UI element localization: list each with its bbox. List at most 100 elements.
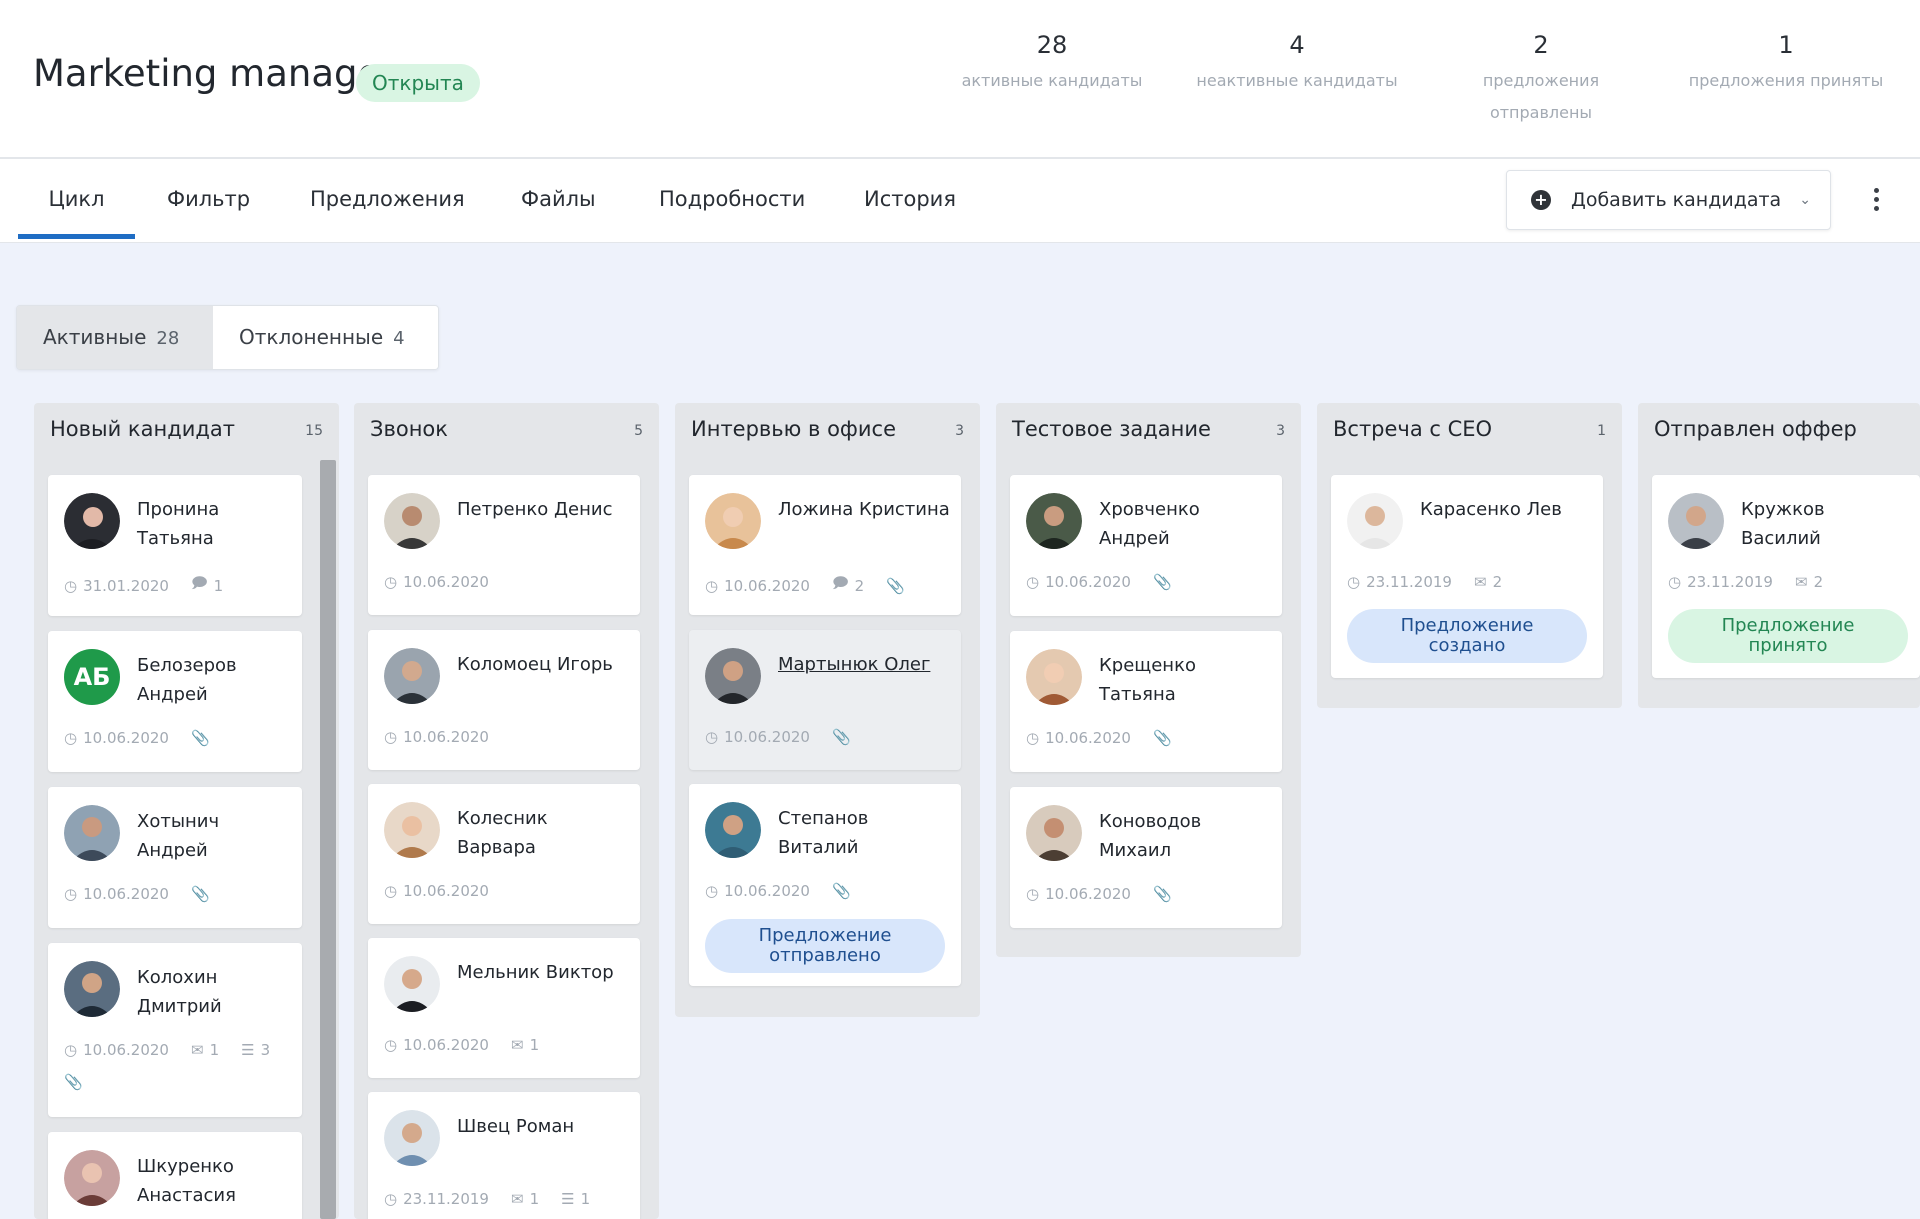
candidate-card[interactable]: Коломоец Игорь ◷ 10.06.2020: [368, 630, 640, 770]
avatar: [64, 961, 120, 1017]
tasks-icon: ☰: [561, 1190, 575, 1208]
column-count: 3: [1276, 423, 1285, 439]
column-count: 3: [955, 423, 964, 439]
add-candidate-label: Добавить кандидата: [1571, 189, 1782, 211]
tab-cycle[interactable]: Цикл: [18, 159, 135, 239]
paperclip-icon: 📎: [190, 885, 210, 903]
card-meta: ◷ 10.06.2020 ✉ 1 ☰ 3: [64, 1041, 270, 1059]
clock-icon: ◷: [705, 728, 719, 746]
card-meta: ◷ 10.06.2020: [384, 882, 489, 900]
candidate-card[interactable]: Хотынич Андрей ◷ 10.06.2020 📎: [48, 787, 302, 928]
avatar: [64, 493, 120, 549]
column-header: Новый кандидат 15: [34, 403, 339, 457]
avatar: [384, 648, 440, 704]
candidate-card[interactable]: Пронина Татьяна ◷ 31.01.2020 🗩 1: [48, 475, 302, 616]
card-date: 23.11.2019: [403, 1190, 489, 1208]
stat-label: неактивные кандидаты: [1196, 71, 1398, 90]
card-meta: ◷ 10.06.2020 📎: [1026, 729, 1172, 747]
paperclip-icon: 📎: [1152, 573, 1172, 591]
column-title: Отправлен оффер: [1654, 417, 1857, 441]
avatar: [1347, 493, 1403, 549]
candidate-card[interactable]: Швец Роман ◷ 23.11.2019 ✉ 1 ☰ 1: [368, 1092, 640, 1219]
avatar: [64, 805, 120, 861]
candidate-name: Пронина Татьяна: [137, 499, 220, 549]
card-meta: ◷ 10.06.2020 ✉ 1: [384, 1036, 539, 1054]
candidate-name: Кружков Василий: [1741, 499, 1825, 549]
email-count: 1: [529, 1190, 540, 1208]
candidate-card[interactable]: Шкуренко Анастасия: [48, 1132, 302, 1219]
paperclip-icon: 📎: [190, 729, 210, 747]
clock-icon: ◷: [384, 1190, 398, 1208]
candidate-card[interactable]: Петренко Денис ◷ 10.06.2020: [368, 475, 640, 615]
card-date: 10.06.2020: [1045, 573, 1131, 591]
tab-offers[interactable]: Предложения: [310, 159, 465, 239]
offer-status-badge: Предложение создано: [1347, 609, 1587, 663]
card-date: 10.06.2020: [403, 882, 489, 900]
card-meta: 📎: [64, 1073, 83, 1091]
card-meta: ◷ 10.06.2020 📎: [64, 729, 210, 747]
candidate-card[interactable]: Ложина Кристина ◷ 10.06.2020 🗩 2 📎: [689, 475, 961, 615]
active-candidates-toggle[interactable]: Активные 28: [17, 306, 213, 369]
candidate-card[interactable]: Кружков Василий ◷ 23.11.2019 ✉ 2 Предложен…: [1652, 475, 1920, 678]
paperclip-icon: 📎: [1152, 729, 1172, 747]
candidate-card[interactable]: АБ Белозеров Андрей ◷ 10.06.2020 📎: [48, 631, 302, 772]
stat-inactive-candidates: 4 неактивные кандидаты: [1177, 28, 1417, 98]
tab-details[interactable]: Подробности: [659, 159, 805, 239]
card-date: 10.06.2020: [724, 882, 810, 900]
avatar: [64, 1150, 120, 1206]
candidate-card[interactable]: Мартынюк Олег ◷ 10.06.2020 📎: [689, 630, 961, 770]
badge-text: принято: [1748, 635, 1828, 656]
email-count: 2: [1492, 573, 1503, 591]
card-date: 10.06.2020: [724, 576, 810, 595]
clock-icon: ◷: [384, 882, 398, 900]
rejected-candidates-toggle[interactable]: Отклоненные 4: [213, 306, 438, 369]
candidate-card[interactable]: Карасенко Лев ◷ 23.11.2019 ✉ 2 Предложение…: [1331, 475, 1603, 678]
candidate-filter-toggle: Активные 28 Отклоненные 4: [16, 305, 439, 370]
tab-history[interactable]: История: [864, 159, 956, 239]
card-date: 10.06.2020: [403, 1036, 489, 1054]
comment-icon: 🗩: [190, 574, 208, 592]
clock-icon: ◷: [384, 573, 398, 591]
comment-count: 1: [213, 576, 224, 595]
paperclip-icon: 📎: [831, 728, 851, 746]
card-meta: ◷ 31.01.2020 🗩 1: [64, 573, 223, 598]
card-date: 10.06.2020: [724, 728, 810, 746]
stat-value: 4: [1289, 31, 1305, 59]
stat-label: предложения приняты: [1688, 71, 1884, 90]
clock-icon: ◷: [64, 729, 78, 747]
tab-filter[interactable]: Фильтр: [167, 159, 250, 239]
candidate-name-link[interactable]: Мартынюк Олег: [778, 650, 951, 679]
column-scrollbar[interactable]: [320, 460, 336, 1219]
candidate-card[interactable]: Коноводов Михаил ◷ 10.06.2020 📎: [1010, 787, 1282, 928]
badge-text: создано: [1428, 635, 1506, 656]
tab-bar: Цикл Фильтр Предложения Файлы Подробност…: [0, 159, 1920, 243]
candidate-card[interactable]: Крещенко Татьяна ◷ 10.06.2020 📎: [1010, 631, 1282, 772]
column-count: 5: [634, 423, 643, 439]
comment-icon: 🗩: [831, 574, 849, 592]
stat-offers-accepted: 1 предложения приняты: [1666, 28, 1906, 98]
paperclip-icon: 📎: [886, 576, 905, 595]
candidate-name: Коноводов Михаил: [1099, 811, 1202, 861]
avatar: [705, 493, 761, 549]
column-call: Звонок 5 Петренко Денис ◷ 10.06.2020 Коло…: [354, 403, 659, 1219]
column-new-candidate: Новый кандидат 15 Пронина Татьяна ◷ 31.01…: [34, 403, 339, 1219]
clock-icon: ◷: [384, 1036, 398, 1054]
add-candidate-button[interactable]: + Добавить кандидата ⌄: [1506, 170, 1831, 230]
clock-icon: ◷: [705, 576, 719, 595]
toggle-label: Активные: [43, 325, 147, 349]
stat-label: активные кандидаты: [961, 71, 1143, 90]
status-badge: Открыта: [356, 64, 480, 102]
candidate-card[interactable]: Колохин Дмитрий ◷ 10.06.2020 ✉ 1 ☰ 3 📎: [48, 943, 302, 1117]
candidate-card[interactable]: Колесник Варвара ◷ 10.06.2020: [368, 784, 640, 924]
candidate-card[interactable]: Хровченко Андрей ◷ 10.06.2020 📎: [1010, 475, 1282, 616]
avatar: [1026, 493, 1082, 549]
tab-files[interactable]: Файлы: [521, 159, 596, 239]
column-title: Тестовое задание: [1012, 417, 1211, 441]
email-count: 1: [529, 1036, 540, 1054]
candidate-name: Колесник Варвара: [457, 808, 548, 858]
candidate-card[interactable]: Мельник Виктор ◷ 10.06.2020 ✉ 1: [368, 938, 640, 1078]
candidate-card[interactable]: Степанов Виталий ◷ 10.06.2020 📎 Предложен…: [689, 784, 961, 986]
more-vertical-icon[interactable]: [1864, 177, 1888, 221]
clock-icon: ◷: [1026, 885, 1040, 903]
card-meta: ◷ 10.06.2020 📎: [1026, 885, 1172, 903]
